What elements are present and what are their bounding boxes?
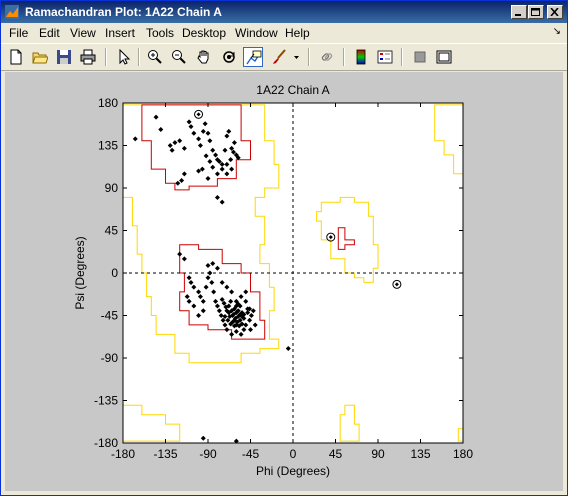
matlab-figure-icon bbox=[5, 5, 19, 19]
print-icon bbox=[80, 49, 96, 65]
new-figure-icon bbox=[10, 49, 22, 65]
menu-tools[interactable]: Tools bbox=[146, 26, 174, 40]
brush-button[interactable] bbox=[269, 47, 289, 67]
pan-hand-icon bbox=[197, 50, 209, 64]
y-tick-label: 0 bbox=[111, 266, 118, 280]
y-tick-label: 45 bbox=[105, 224, 119, 238]
menu-window[interactable]: Window bbox=[235, 26, 278, 40]
colorbar-icon bbox=[356, 49, 366, 65]
y-tick-label: -180 bbox=[94, 436, 118, 450]
x-tick-label: -135 bbox=[153, 447, 177, 461]
x-tick-label: 90 bbox=[371, 447, 385, 461]
zoom-in-button[interactable] bbox=[145, 47, 165, 67]
toolbar-separator bbox=[105, 48, 107, 66]
menu-edit[interactable]: Edit bbox=[39, 26, 60, 40]
figure-toolbar bbox=[1, 43, 567, 71]
open-file-button[interactable] bbox=[30, 47, 50, 67]
dock-arrow-icon[interactable]: ↘ bbox=[553, 26, 561, 37]
x-tick-label: 45 bbox=[329, 447, 343, 461]
toolbar-separator bbox=[343, 48, 345, 66]
brush-dropdown-icon bbox=[294, 56, 299, 59]
legend-button[interactable] bbox=[375, 47, 395, 67]
y-tick-label: 135 bbox=[98, 139, 118, 153]
data-cursor-button[interactable] bbox=[243, 47, 263, 67]
save-icon bbox=[57, 50, 71, 64]
x-tick-label: -45 bbox=[242, 447, 260, 461]
legend-icon bbox=[377, 50, 393, 64]
menu-file[interactable]: File bbox=[9, 26, 28, 40]
toolbar-separator bbox=[308, 48, 310, 66]
edit-plot-arrow-icon bbox=[119, 49, 131, 65]
minimize-icon bbox=[515, 14, 521, 16]
brush-dropdown-button[interactable] bbox=[291, 47, 301, 67]
menu-view[interactable]: View bbox=[70, 26, 96, 40]
toolbar-separator bbox=[138, 48, 140, 66]
menu-help[interactable]: Help bbox=[285, 26, 310, 40]
x-tick-label: 0 bbox=[290, 447, 297, 461]
y-axis-label: Psi (Degrees) bbox=[73, 236, 87, 309]
y-tick-label: 180 bbox=[98, 96, 118, 110]
y-tick-label: 90 bbox=[105, 181, 119, 195]
maximize-icon bbox=[531, 8, 540, 16]
title-bar[interactable]: Ramachandran Plot: 1A22 Chain A bbox=[1, 1, 567, 23]
x-tick-label: -90 bbox=[199, 447, 217, 461]
zoom-out-icon bbox=[172, 50, 186, 64]
link-plot-icon bbox=[321, 53, 333, 61]
close-button[interactable] bbox=[547, 5, 563, 19]
zoom-in-icon bbox=[148, 50, 162, 64]
hide-plot-tools-button[interactable] bbox=[410, 47, 430, 67]
link-plot-button[interactable] bbox=[317, 47, 337, 67]
close-icon bbox=[550, 8, 559, 16]
zoom-out-button[interactable] bbox=[169, 47, 189, 67]
menu-bar: File Edit View Insert Tools Desktop Wind… bbox=[1, 23, 567, 42]
figure-canvas: -180 -135 -90 -45 0 45 90 135 180 -180 -135 -90 -45 0… bbox=[5, 72, 563, 491]
edit-plot-button[interactable] bbox=[114, 47, 134, 67]
x-tick-label: 180 bbox=[453, 447, 473, 461]
figure-window: Ramachandran Plot: 1A22 Chain A File Edi… bbox=[0, 0, 568, 496]
colorbar-button[interactable] bbox=[351, 47, 371, 67]
print-button[interactable] bbox=[78, 47, 98, 67]
show-plot-tools-icon bbox=[436, 50, 452, 64]
open-file-icon bbox=[32, 52, 48, 64]
x-tick-label: 135 bbox=[410, 447, 430, 461]
x-axis-label: Phi (Degrees) bbox=[256, 464, 330, 478]
maximize-button[interactable] bbox=[528, 5, 544, 19]
save-button[interactable] bbox=[54, 47, 74, 67]
toolbar-separator bbox=[401, 48, 403, 66]
rotate-3d-icon bbox=[223, 51, 235, 63]
rotate-3d-button[interactable] bbox=[219, 47, 239, 67]
y-tick-label: -135 bbox=[94, 394, 118, 408]
new-figure-button[interactable] bbox=[6, 47, 26, 67]
hide-plot-tools-icon bbox=[414, 51, 426, 63]
y-tick-label: -45 bbox=[101, 309, 119, 323]
data-cursor-icon bbox=[246, 50, 262, 65]
menu-desktop[interactable]: Desktop bbox=[182, 26, 226, 40]
y-tick-label: -90 bbox=[101, 351, 119, 365]
show-plot-tools-button[interactable] bbox=[434, 47, 454, 67]
pan-button[interactable] bbox=[194, 47, 214, 67]
menu-insert[interactable]: Insert bbox=[105, 26, 135, 40]
chart-title: 1A22 Chain A bbox=[256, 83, 329, 97]
brush-icon bbox=[273, 49, 286, 64]
minimize-button[interactable] bbox=[511, 5, 527, 19]
window-title: Ramachandran Plot: 1A22 Chain A bbox=[25, 5, 222, 19]
ramachandran-plot[interactable]: -180 -135 -90 -45 0 45 90 135 180-180-135-90-450… bbox=[5, 72, 563, 491]
